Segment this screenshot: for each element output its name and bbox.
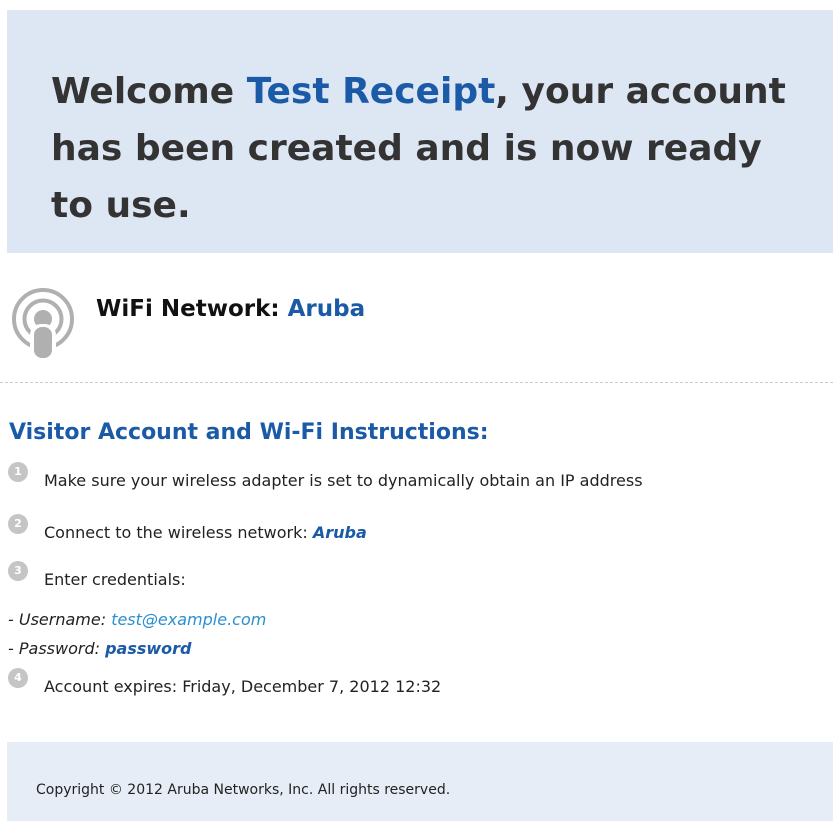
step-text: Enter credentials:: [44, 570, 186, 589]
step-number-badge: 1: [8, 462, 28, 482]
password-line: - Password: password: [8, 638, 192, 660]
step-number-badge: 3: [8, 561, 28, 581]
footer: Copyright © 2012 Aruba Networks, Inc. Al…: [7, 742, 833, 821]
step-text: Make sure your wireless adapter is set t…: [44, 471, 643, 490]
wifi-network-prefix: WiFi Network:: [96, 296, 288, 322]
wifi-network-label: WiFi Network: Aruba: [96, 294, 365, 324]
welcome-banner: Welcome Test Receipt, your account has b…: [7, 10, 833, 253]
username-line: - Username: test@example.com: [8, 609, 266, 631]
step-number-badge: 4: [8, 668, 28, 688]
username-email-link[interactable]: test@example.com: [111, 610, 266, 629]
password-value: password: [105, 639, 192, 658]
copyright-text: Copyright © 2012 Aruba Networks, Inc. Al…: [36, 782, 451, 798]
section-divider: [0, 382, 833, 383]
step-number-badge: 2: [8, 514, 28, 534]
step-text-wrapper: Connect to the wireless network: Aruba: [44, 522, 367, 544]
wifi-broadcast-icon: [12, 288, 74, 358]
account-holder-name: Test Receipt: [246, 71, 496, 112]
step-text: Connect to the wireless network:: [44, 523, 313, 542]
wifi-network-section: WiFi Network: Aruba: [0, 272, 833, 382]
wifi-network-name: Aruba: [287, 296, 366, 322]
step-network-name: Aruba: [312, 523, 367, 542]
welcome-heading: Welcome Test Receipt, your account has b…: [51, 63, 811, 234]
step-text: Account expires: Friday, December 7, 201…: [44, 677, 442, 696]
password-label: - Password:: [8, 639, 106, 658]
welcome-prefix: Welcome: [51, 71, 247, 112]
instructions-heading: Visitor Account and Wi-Fi Instructions:: [9, 420, 489, 445]
username-label: - Username:: [8, 610, 112, 629]
